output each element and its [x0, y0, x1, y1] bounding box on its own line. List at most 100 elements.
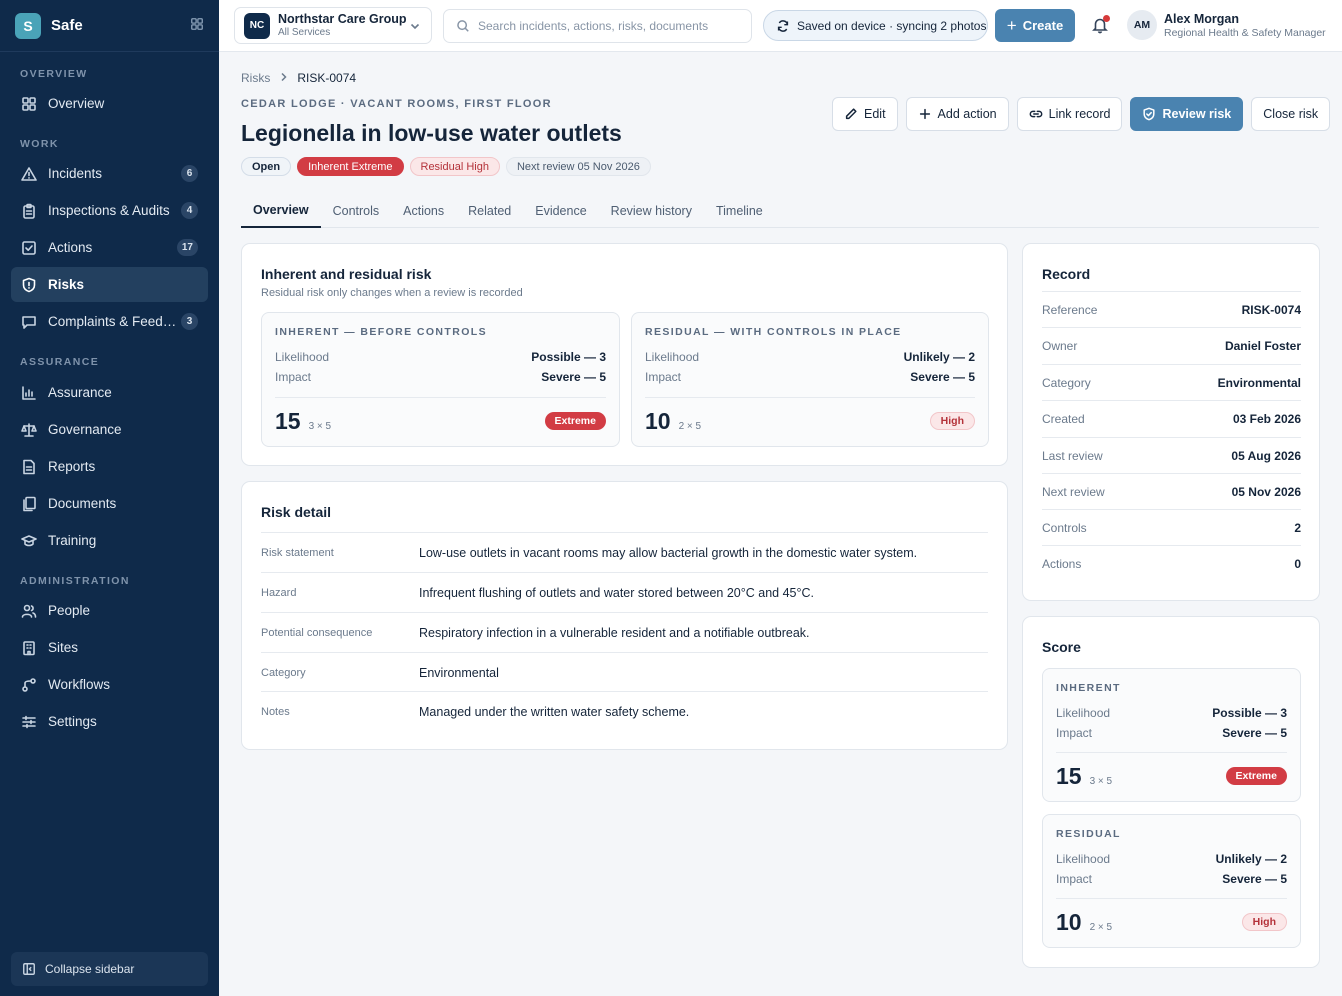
sidebar-item-label: Assurance: [48, 385, 112, 400]
sidebar-item-reports[interactable]: Reports: [11, 449, 208, 484]
tab-timeline[interactable]: Timeline: [704, 193, 775, 228]
detail-row: Category Environmental: [261, 652, 988, 692]
sidebar-item-incidents[interactable]: Incidents 6: [11, 156, 208, 191]
review-risk-button[interactable]: Review risk: [1130, 97, 1244, 131]
sliders-icon: [21, 714, 37, 730]
sidebar-item-label: Training: [48, 533, 97, 548]
record-label: Owner: [1042, 338, 1078, 353]
sidebar-item-complaints[interactable]: Complaints & Feed… 3: [11, 304, 208, 339]
collapse-sidebar-label: Collapse sidebar: [45, 962, 135, 976]
score-formula: 3 × 5: [1089, 776, 1113, 787]
search-icon: [457, 20, 469, 32]
record-value: Daniel Foster: [1224, 338, 1301, 353]
report-icon: [21, 459, 37, 475]
sidebar-item-documents[interactable]: Documents: [11, 486, 208, 521]
count-badge: 3: [181, 313, 198, 330]
avatar[interactable]: AM: [1127, 10, 1157, 40]
sidebar-item-inspections[interactable]: Inspections & Audits 4: [11, 193, 208, 228]
tab-overview[interactable]: Overview: [241, 193, 321, 228]
page-title: Legionella in low-use water outlets: [241, 120, 622, 146]
next-review-badge: Next review 05 Nov 2026: [505, 157, 651, 176]
checkbox-icon: [21, 240, 37, 256]
detail-value: Low-use outlets in vacant rooms may allo…: [419, 545, 918, 560]
record-value: 05 Nov 2026: [1231, 484, 1301, 499]
record-row: Reference RISK-0074: [1042, 291, 1301, 327]
sidebar-item-workflows[interactable]: Workflows: [11, 667, 208, 702]
user-menu[interactable]: Alex Morgan Regional Health & Safety Man…: [1164, 12, 1326, 40]
score-formula: 2 × 5: [678, 421, 702, 432]
header-actions: Edit Add action Link record Review risk …: [832, 97, 1331, 131]
panel-heading: RESIDUAL — WITH CONTROLS IN PLACE: [645, 326, 902, 338]
rating-badge: High: [929, 412, 975, 430]
sidebar-item-label: Sites: [48, 640, 79, 655]
sync-status[interactable]: Saved on device · syncing 2 photos: [763, 10, 988, 41]
likelihood-value: Unlikely — 2: [903, 350, 975, 364]
link-record-button[interactable]: Link record: [1016, 97, 1123, 131]
risk-score: 15: [275, 408, 301, 434]
rating-badge: Extreme: [1225, 767, 1287, 785]
global-search[interactable]: [443, 9, 752, 43]
link-record-label: Link record: [1048, 107, 1111, 121]
nav-section-administration: ADMINISTRATION: [20, 575, 130, 587]
sidebar-item-settings[interactable]: Settings: [11, 704, 208, 739]
count-badge: 6: [181, 165, 198, 182]
org-switcher[interactable]: NC Northstar Care Group All Services: [234, 7, 432, 44]
collapse-sidebar-button[interactable]: Collapse sidebar: [11, 952, 208, 986]
divider: [1056, 752, 1287, 753]
workflow-icon: [21, 677, 37, 693]
record-value: 0: [1294, 556, 1301, 571]
edit-button[interactable]: Edit: [832, 97, 898, 131]
sidebar-item-actions[interactable]: Actions 17: [11, 230, 208, 265]
detail-label: Category: [261, 666, 306, 679]
chevron-right-icon: [279, 71, 288, 85]
plus-icon: [919, 108, 930, 120]
sidebar-item-sites[interactable]: Sites: [11, 630, 208, 665]
impact-label: Impact: [1056, 872, 1093, 886]
search-input[interactable]: [478, 19, 738, 33]
tab-evidence[interactable]: Evidence: [523, 193, 598, 228]
sidebar-item-training[interactable]: Training: [11, 523, 208, 558]
rating-badge: Extreme: [544, 412, 606, 430]
record-label: Category: [1042, 375, 1091, 390]
tab-controls[interactable]: Controls: [321, 193, 392, 228]
record-value: 03 Feb 2026: [1232, 411, 1301, 426]
residual-score-panel: RESIDUAL Likelihood Unlikely — 2 Impact Se…: [1042, 814, 1301, 948]
tab-actions[interactable]: Actions: [391, 193, 456, 228]
sidebar-item-overview[interactable]: Overview: [11, 86, 208, 121]
app-switcher-icon[interactable]: [190, 17, 204, 34]
score-card: Score INHERENT Likelihood Possible — 3 Im…: [1022, 616, 1320, 968]
sidebar-item-assurance[interactable]: Assurance: [11, 375, 208, 410]
impact-value: Severe — 5: [541, 370, 606, 384]
notifications-button[interactable]: [1091, 15, 1110, 34]
close-risk-button[interactable]: Close risk: [1251, 97, 1331, 131]
breadcrumb-risks-link[interactable]: Risks: [241, 71, 270, 85]
scales-icon: [21, 422, 37, 438]
record-row: Owner Daniel Foster: [1042, 327, 1301, 363]
likelihood-value: Possible — 3: [1212, 706, 1287, 720]
sidebar-toggle-icon: [23, 963, 35, 975]
card-title: Record: [1042, 266, 1091, 282]
panel-heading: INHERENT — BEFORE CONTROLS: [275, 326, 487, 338]
sidebar-item-people[interactable]: People: [11, 593, 208, 628]
grid-icon: [21, 96, 37, 112]
impact-value: Severe — 5: [1222, 726, 1287, 740]
pencil-icon: [845, 108, 857, 120]
card-title: Inherent and residual risk: [261, 266, 432, 282]
sidebar-item-risks[interactable]: Risks: [11, 267, 208, 302]
tab-review-history[interactable]: Review history: [599, 193, 704, 228]
sidebar-item-label: Settings: [48, 714, 97, 729]
panel-heading: RESIDUAL: [1056, 828, 1121, 840]
impact-value: Severe — 5: [1222, 872, 1287, 886]
add-action-button[interactable]: Add action: [905, 97, 1009, 131]
org-name: Northstar Care Group: [278, 11, 407, 26]
graduation-icon: [21, 533, 37, 549]
sidebar-item-label: Incidents: [48, 166, 103, 181]
shield-icon: [21, 277, 37, 293]
create-button[interactable]: + Create: [995, 9, 1075, 42]
tab-related[interactable]: Related: [456, 193, 523, 228]
sidebar-item-governance[interactable]: Governance: [11, 412, 208, 447]
detail-row: Risk statement Low-use outlets in vacant …: [261, 532, 988, 572]
create-label: Create: [1022, 18, 1064, 33]
brand-logo[interactable]: S: [15, 12, 41, 39]
inherent-residual-card: Inherent and residual risk Residual risk…: [241, 243, 1008, 466]
